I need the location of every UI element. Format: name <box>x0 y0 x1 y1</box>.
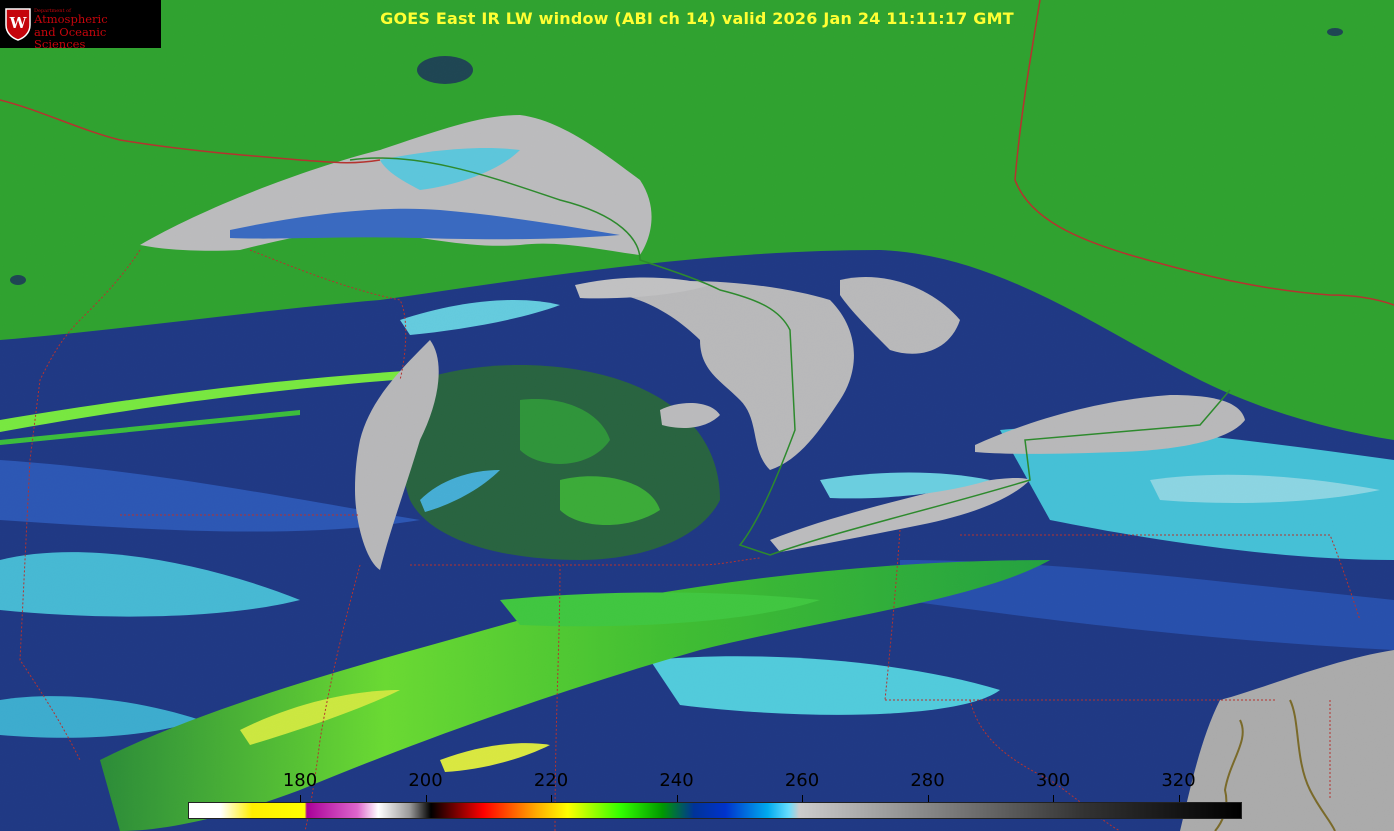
image-title: GOES East IR LW window (ABI ch 14) valid… <box>380 9 1014 28</box>
colorbar-tick-label: 280 <box>910 770 945 791</box>
colorbar-tick-mark <box>300 795 301 802</box>
colorbar-tick-mark <box>927 795 929 802</box>
colorbar-tick-label: 220 <box>533 770 569 791</box>
ir-satellite-map <box>0 0 1394 831</box>
colorbar-tick-mark <box>1178 795 1180 802</box>
colorbar-tick-label: 240 <box>659 770 694 791</box>
colorbar-tick-mark <box>551 795 552 802</box>
colorbar-tick-mark <box>676 795 678 802</box>
colorbar-tick-mark <box>1053 795 1054 802</box>
logo-line-2: and Oceanic Sciences <box>34 25 107 51</box>
colorbar-tick-mark <box>425 795 427 802</box>
colorbar-tick-label: 300 <box>1035 770 1071 791</box>
colorbar-tick-label: 200 <box>408 770 443 791</box>
colorbar-tick-label: 180 <box>282 770 318 791</box>
colorbar-tick-label: 260 <box>784 770 820 791</box>
texture-overlay <box>0 0 1394 831</box>
colorbar-tick-mark <box>802 795 803 802</box>
colorbar-tick-label: 320 <box>1161 770 1196 791</box>
satellite-image-view: W Department of Atmospheric and Oceanic … <box>0 0 1394 831</box>
temperature-colorbar <box>188 802 1242 819</box>
